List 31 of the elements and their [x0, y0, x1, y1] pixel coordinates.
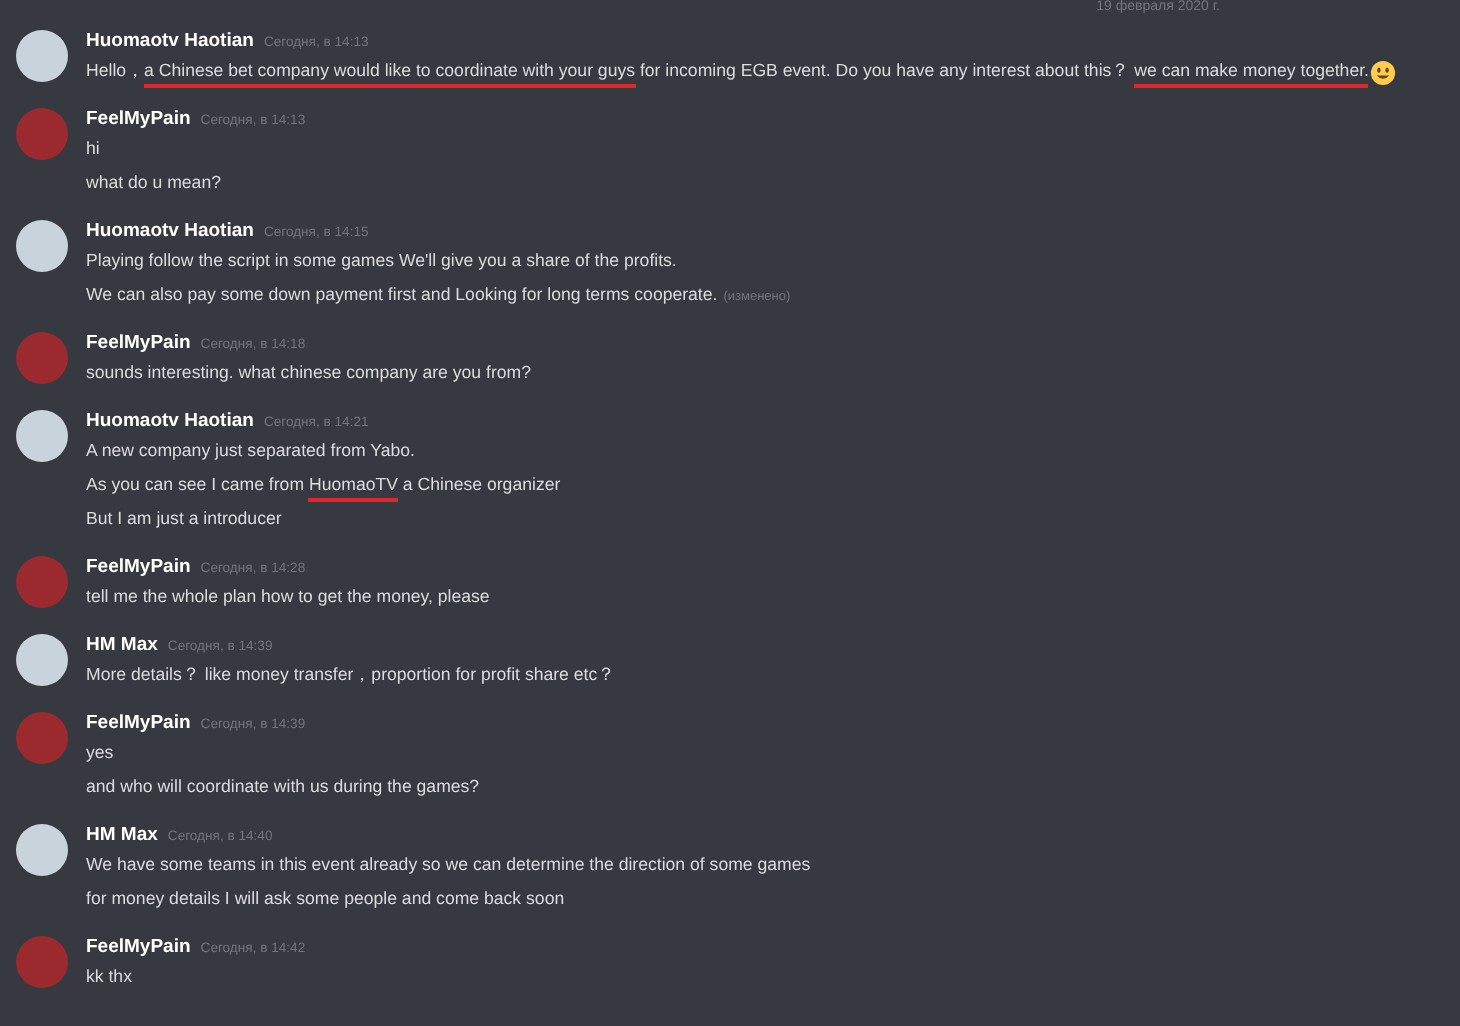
message-text: yes [86, 741, 114, 766]
author-name[interactable]: FeelMyPain [86, 330, 191, 358]
author-name[interactable]: FeelMyPain [86, 554, 191, 582]
author-name[interactable]: FeelMyPain [86, 106, 191, 134]
message-text: We can also pay some down payment first and Looking for long terms cooperate. [86, 283, 718, 308]
message-text: sounds interesting. what chinese company are you from? [86, 361, 531, 386]
author-name[interactable]: HM Max [86, 822, 158, 850]
author-name[interactable]: FeelMyPain [86, 710, 191, 738]
message-text: kk thx [86, 965, 132, 989]
message-text: We have some teams in this event already so we can determine the direction of some games [86, 853, 811, 878]
message-text: tell me the whole plan how to get the money, please [86, 585, 490, 610]
avatar[interactable] [16, 824, 68, 876]
message-text: As you can see I came from HuomaoTV a Chinese organizer [86, 473, 561, 501]
message-text: But I am just a introducer [86, 507, 282, 532]
author-name[interactable]: Huomaotv Haotian [86, 408, 254, 436]
author-name[interactable]: HM Max [86, 632, 158, 660]
message-text: Playing follow the script in some games We'll give you a share of the profits. [86, 249, 677, 274]
author-name[interactable]: Huomaotv Haotian [86, 218, 254, 246]
message-text: what do u mean? [86, 171, 221, 195]
message-text: Hello，a Chinese bet company would like to coordinate with your guys for incoming EGB event. Do you have any interest about this？ we can make money together. [86, 59, 1369, 87]
avatar[interactable] [16, 220, 68, 272]
avatar[interactable] [16, 410, 68, 462]
message-text: and who will coordinate with us during the games? [86, 775, 480, 800]
message-text: A new company just separated from Yabo. [86, 439, 415, 464]
message-text: for money details I will ask some people and come back soon [86, 887, 565, 912]
avatar[interactable] [16, 30, 68, 82]
message-text: More details？ like money transfer，proportion for profit share etc？ [86, 663, 616, 688]
message-text: hi [86, 137, 100, 161]
avatar[interactable] [16, 634, 68, 686]
author-name[interactable]: Huomaotv Haotian [86, 28, 254, 56]
author-name[interactable]: FeelMyPain [86, 934, 191, 962]
